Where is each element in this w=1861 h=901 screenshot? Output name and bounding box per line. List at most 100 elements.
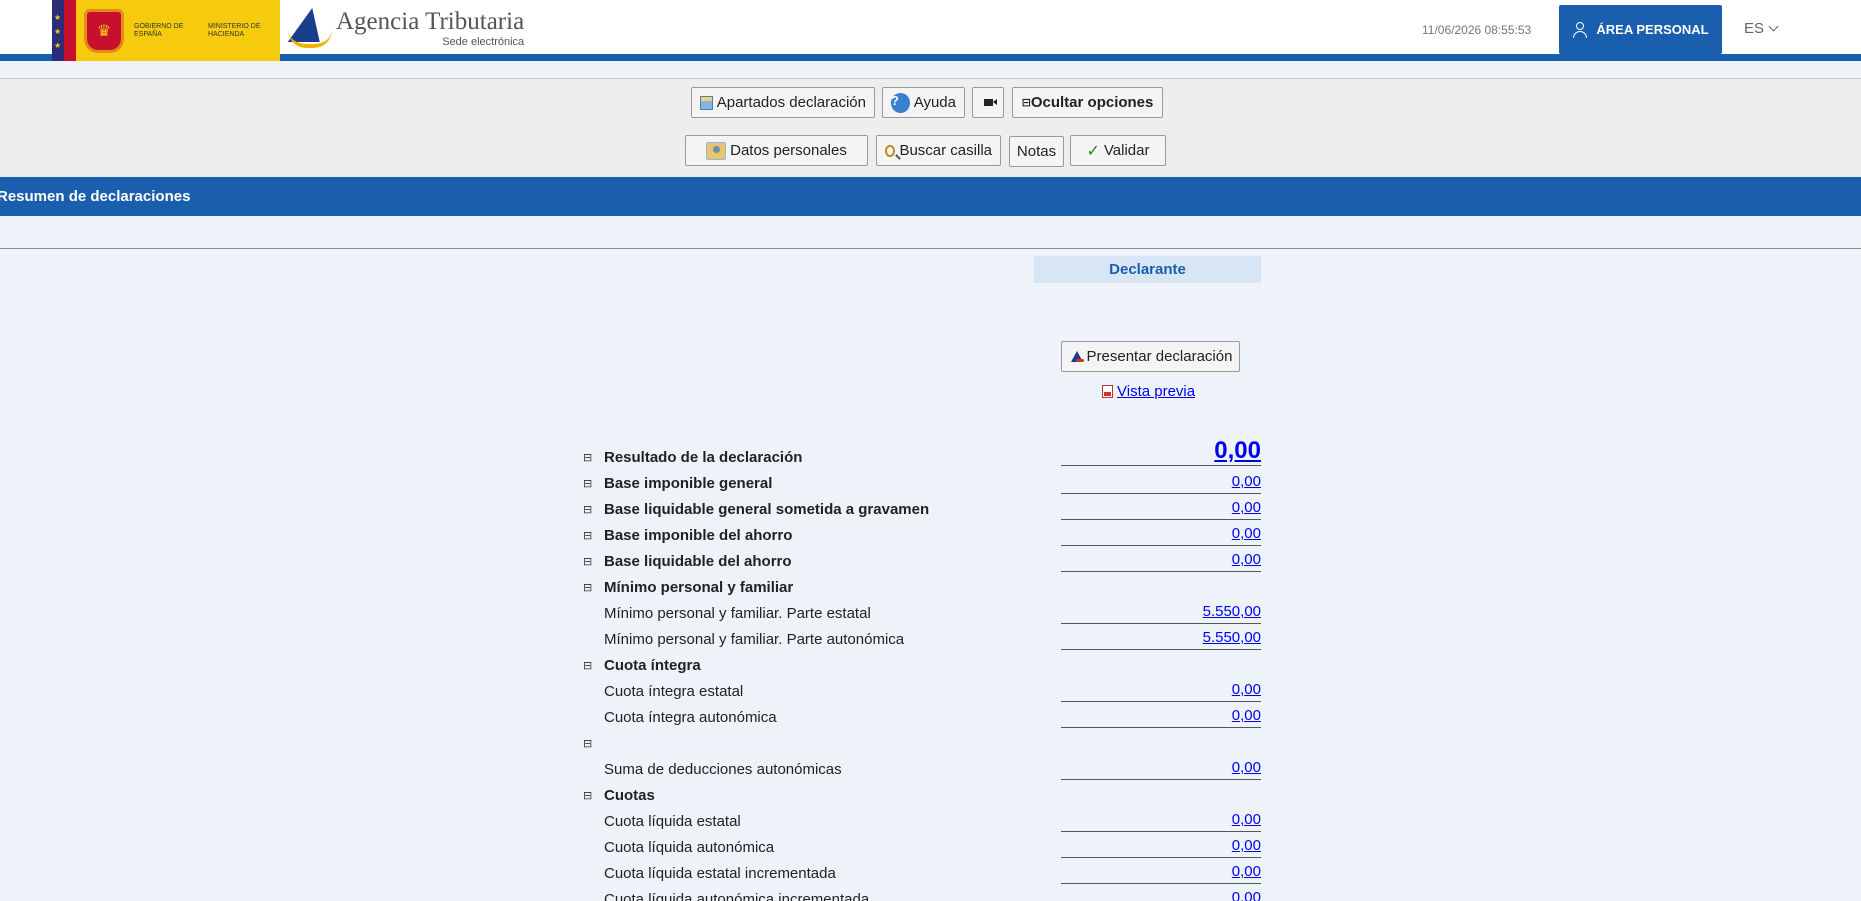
summary-row: ⊟ Base imponible general 0,00 (583, 470, 1261, 496)
search-box-label: Buscar casilla (899, 142, 992, 159)
notes-label: Notas (1016, 143, 1057, 160)
user-icon (1572, 21, 1588, 38)
collapse-icon: ⊟ (1021, 97, 1031, 109)
summary-row: Cuota líquida autonómica 0,00 (583, 834, 1261, 860)
summary-value-link[interactable]: 0,00 (1232, 759, 1261, 776)
summary-row-value: 0,00 (1061, 888, 1261, 901)
coat-of-arms-icon: ♛ (84, 8, 124, 53)
section-title-bar: Resumen de declaraciones (0, 177, 1861, 216)
summary-row: ⊟ Base imponible del ahorro 0,00 (583, 522, 1261, 548)
summary-row-label: Cuota líquida autonómica (604, 838, 775, 856)
summary-row: Mínimo personal y familiar. Parte estata… (583, 600, 1261, 626)
language-selector[interactable]: ES (1744, 20, 1779, 37)
hide-options-button[interactable]: ⊟ Ocultar opciones (1012, 87, 1163, 118)
summary-row-label: Cuota líquida estatal (604, 812, 741, 830)
agencia-tributaria-logo[interactable]: Agencia Tributaria Sede electrónica (287, 6, 525, 50)
summary-row-value: 0,00 (1061, 810, 1261, 832)
summary-row-value: 0,00 (1061, 706, 1261, 728)
summary-row-value: 5.550,00 (1061, 628, 1261, 650)
summary-row: Mínimo personal y familiar. Parte autonó… (583, 626, 1261, 652)
government-text: Gobierno de España (134, 22, 184, 38)
summary-value-link[interactable]: 0,00 (1232, 499, 1261, 516)
search-box-button[interactable]: Buscar casilla (876, 135, 1001, 166)
summary-row-label: Cuota íntegra (604, 656, 701, 674)
site-header: ★ ★ ★ ♛ Gobierno de España Ministerio de… (0, 0, 1861, 61)
search-icon (885, 144, 896, 157)
area-personal-button[interactable]: ÁREA PERSONAL (1559, 5, 1722, 54)
collapse-toggle-icon[interactable]: ⊟ (583, 737, 597, 750)
collapse-toggle-icon[interactable]: ⊟ (583, 555, 597, 568)
summary-value-link[interactable]: 0,00 (1232, 473, 1261, 490)
summary-row-label: Cuota íntegra autonómica (604, 708, 777, 726)
help-button[interactable]: ? Ayuda (882, 87, 965, 118)
declarante-column-header: Declarante (1034, 256, 1261, 283)
summary-value-link[interactable]: 0,00 (1232, 551, 1261, 568)
summary-value-link[interactable]: 0,00 (1232, 525, 1261, 542)
area-personal-label: ÁREA PERSONAL (1596, 22, 1709, 37)
collapse-toggle-icon[interactable]: ⊟ (583, 659, 597, 672)
summary-value-link[interactable]: 0,00 (1232, 707, 1261, 724)
summary-value-link[interactable]: 0,00 (1232, 681, 1261, 698)
personal-data-icon (706, 141, 727, 160)
summary-row-label: Base imponible general (604, 474, 773, 492)
summary-row-value: 0,00 (1061, 472, 1261, 494)
validate-button[interactable]: ✓ Validar (1070, 135, 1166, 166)
summary-value-link[interactable]: 0,00 (1232, 863, 1261, 880)
summary-row-value: 0,00 (1061, 758, 1261, 780)
summary-value-link[interactable]: 5.550,00 (1203, 629, 1261, 646)
summary-row: Cuota líquida estatal incrementada 0,00 (583, 860, 1261, 886)
sections-icon (700, 95, 713, 110)
summary-row: Cuota íntegra autonómica 0,00 (583, 704, 1261, 730)
collapse-toggle-icon[interactable]: ⊟ (583, 581, 597, 594)
divider (0, 248, 1861, 249)
summary-row: ⊟ (583, 730, 1261, 756)
summary-row-label: Resultado de la declaración (604, 448, 803, 466)
video-button[interactable] (972, 87, 1004, 118)
summary-row-label: Suma de deducciones autonómicas (604, 760, 842, 778)
pdf-icon (1102, 385, 1113, 398)
summary-row-value: 0,00 (1061, 438, 1261, 466)
agencia-tributaria-small-icon (1069, 350, 1085, 364)
video-camera-icon (983, 99, 997, 106)
notes-button[interactable]: Notas (1009, 136, 1064, 167)
ministry-text: Ministerio de Hacienda (208, 22, 261, 38)
summary-row-value: 0,00 (1061, 680, 1261, 702)
summary-row-value: 0,00 (1061, 836, 1261, 858)
collapse-toggle-icon[interactable]: ⊟ (583, 529, 597, 542)
declaration-toolbar: Apartados declaración ? Ayuda ⊟ Ocultar … (0, 78, 1861, 177)
summary-value-link[interactable]: 0,00 (1232, 811, 1261, 828)
summary-row: ⊟ Resultado de la declaración 0,00 (583, 438, 1261, 470)
help-icon: ? (891, 92, 910, 113)
summary-row-value: 0,00 (1061, 498, 1261, 520)
personal-data-button[interactable]: Datos personales (685, 135, 868, 166)
eu-flag-icon: ★ ★ ★ (52, 0, 76, 61)
summary-row-label: Cuota íntegra estatal (604, 682, 744, 700)
summary-row-label: Base liquidable general sometida a grava… (604, 500, 930, 518)
government-logo[interactable]: ★ ★ ★ ♛ Gobierno de España Ministerio de… (52, 0, 280, 61)
collapse-toggle-icon[interactable]: ⊟ (583, 789, 597, 802)
summary-row-label: Mínimo personal y familiar. Parte autonó… (604, 630, 905, 648)
summary-value-link[interactable]: 0,00 (1214, 437, 1261, 464)
summary-row: ⊟ Cuotas (583, 782, 1261, 808)
collapse-toggle-icon[interactable]: ⊟ (583, 477, 597, 490)
summary-row-value: 0,00 (1061, 550, 1261, 572)
preview-link-container: Vista previa (1102, 383, 1195, 400)
hide-options-label: Ocultar opciones (1030, 94, 1154, 111)
summary-row-label: Cuota líquida autonómica incrementada (604, 890, 870, 901)
summary-row-label: Mínimo personal y familiar (604, 578, 794, 596)
collapse-toggle-icon[interactable]: ⊟ (583, 503, 597, 516)
summary-row-value: 0,00 (1061, 862, 1261, 884)
summary-value-link[interactable]: 0,00 (1232, 889, 1261, 901)
sections-button[interactable]: Apartados declaración (691, 87, 875, 118)
chevron-down-icon (1768, 21, 1779, 32)
summary-row-label: Cuotas (604, 786, 655, 804)
help-label: Ayuda (913, 94, 956, 111)
summary-value-link[interactable]: 0,00 (1232, 837, 1261, 854)
present-declaration-button[interactable]: Presentar declaración (1061, 341, 1240, 372)
collapse-toggle-icon[interactable]: ⊟ (583, 451, 597, 464)
summary-value-link[interactable]: 5.550,00 (1203, 603, 1261, 620)
brand-title: Agencia Tributaria (336, 8, 525, 35)
brand-subtitle: Sede electrónica (442, 36, 525, 48)
summary-row: Cuota íntegra estatal 0,00 (583, 678, 1261, 704)
preview-link[interactable]: Vista previa (1117, 383, 1195, 400)
